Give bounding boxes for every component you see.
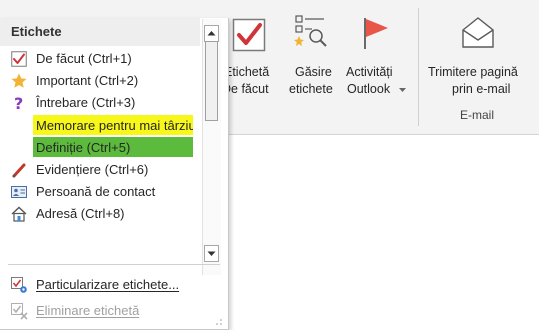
- tag-item-label: De făcut (Ctrl+1): [36, 51, 132, 66]
- remove-tag-icon: [11, 303, 28, 320]
- tag-item-definition[interactable]: Definiție (Ctrl+5): [0, 136, 200, 158]
- green-highlight: Definiție (Ctrl+5): [33, 137, 193, 157]
- contact-card-icon: [11, 186, 27, 198]
- group-label-email: E-mail: [459, 108, 494, 122]
- menu-scrollbar[interactable]: [202, 19, 221, 275]
- tag-item-remember-later[interactable]: Memorare pentru mai târziu (Ctrl+4): [0, 114, 200, 136]
- tag-item-question[interactable]: ? Întrebare (Ctrl+3): [0, 92, 200, 114]
- customize-tags-command[interactable]: Particularizare etichete...: [0, 273, 226, 297]
- highlighter-pen-icon: [12, 163, 26, 178]
- tag-item-todo[interactable]: De făcut (Ctrl+1): [0, 48, 200, 70]
- email-page-label-2: prin e-mail: [452, 82, 511, 96]
- tag-item-label: Întrebare (Ctrl+3): [36, 95, 136, 110]
- tag-item-label: Adresă (Ctrl+8): [36, 206, 125, 221]
- tags-dropdown-menu: Etichete De făcut (Ctrl+1) Important (Ct…: [0, 18, 229, 330]
- todo-tag-label-1: Etichetă: [224, 65, 270, 79]
- find-tags-label-1: Găsire: [295, 65, 332, 79]
- find-tags-label-2: etichete: [289, 82, 333, 96]
- chevron-down-icon: [399, 88, 406, 92]
- email-page-label-1: Trimitere pagină: [428, 65, 518, 79]
- house-icon: [11, 206, 27, 222]
- find-tags-icon: [294, 15, 327, 47]
- outlook-tasks-label-2: Outlook: [347, 82, 391, 96]
- chevron-up-icon: [207, 31, 216, 36]
- customize-tags-label: Particularizare etichete...: [36, 277, 180, 292]
- remove-tag-label: Eliminare etichetă: [36, 303, 140, 318]
- remove-tag-command[interactable]: Eliminare etichetă: [0, 299, 226, 323]
- resize-grip-icon[interactable]: [216, 319, 222, 325]
- svg-text:?: ?: [14, 95, 23, 111]
- scroll-thumb[interactable]: [205, 41, 218, 121]
- scroll-up-button[interactable]: [204, 25, 219, 42]
- tag-item-label: Evidențiere (Ctrl+6): [36, 162, 149, 177]
- find-tags-button[interactable]: Găsire etichete: [285, 0, 341, 100]
- tag-item-label: Important (Ctrl+2): [36, 73, 139, 88]
- menu-divider: [8, 264, 220, 265]
- envelope-icon: [462, 17, 494, 48]
- question-mark-icon: ?: [14, 95, 23, 111]
- group-separator: [418, 8, 419, 126]
- scroll-down-button[interactable]: [204, 245, 219, 262]
- tag-item-label: Definiție (Ctrl+5): [36, 140, 131, 155]
- tag-item-important[interactable]: Important (Ctrl+2): [0, 70, 200, 92]
- tag-item-highlight[interactable]: Evidențiere (Ctrl+6): [0, 159, 200, 181]
- flag-icon: [364, 18, 388, 49]
- checkbox-checked-icon: [11, 51, 27, 67]
- tag-item-label: Persoană de contact: [36, 184, 156, 199]
- menu-header: Etichete: [0, 18, 200, 46]
- chevron-down-icon: [207, 251, 216, 256]
- outlook-tasks-label-1: Activități: [346, 65, 393, 79]
- yellow-highlight: Memorare pentru mai târziu (Ctrl+4): [33, 115, 193, 135]
- email-page-button[interactable]: Trimitere pagină prin e-mail: [424, 0, 532, 100]
- tag-item-address[interactable]: Adresă (Ctrl+8): [0, 203, 200, 225]
- outlook-tasks-button[interactable]: Activități Outlook: [343, 0, 407, 100]
- checkbox-checked-icon: [232, 18, 266, 52]
- star-icon: [11, 73, 27, 88]
- customize-tags-icon: [11, 277, 27, 293]
- tag-item-label: Memorare pentru mai târziu (Ctrl+4): [36, 118, 193, 133]
- tag-item-contact[interactable]: Persoană de contact: [0, 181, 200, 203]
